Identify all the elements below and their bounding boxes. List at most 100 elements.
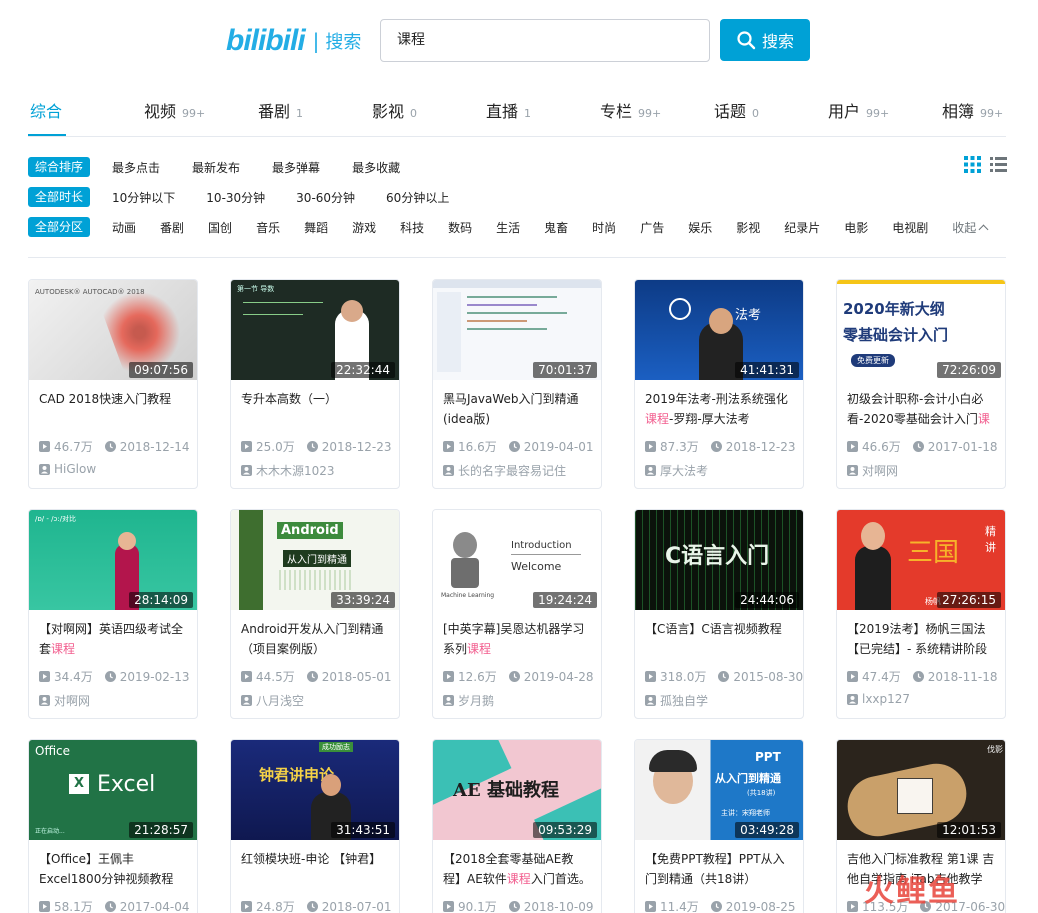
zone-option[interactable]: 广告 xyxy=(640,219,664,236)
video-card[interactable]: AUTODESK® AUTOCAD® 2018 09:07:56 CAD 201… xyxy=(28,279,198,489)
video-card[interactable]: /ɒ/ - /ɔ:/对比 28:14:09 【对啊网】英语四级考试全套课程 34… xyxy=(28,509,198,719)
video-title[interactable]: 专升本高数（一） xyxy=(241,389,389,429)
uploader[interactable]: 长的名字最容易记住 xyxy=(443,462,566,479)
tab-film[interactable]: 影视 0 xyxy=(372,98,417,122)
video-thumbnail[interactable]: AE 基础教程 09:53:29 xyxy=(433,740,601,840)
video-title[interactable]: 【2019法考】杨帆三国法【已完结】- 系统精讲阶段 xyxy=(847,619,995,659)
clock-icon xyxy=(104,901,116,912)
duration-option[interactable]: 30-60分钟 xyxy=(296,189,355,206)
video-card[interactable]: 法考 41:41:31 2019年法考-刑法系统强化课程-罗翔-厚大法考 87.… xyxy=(634,279,804,489)
video-thumbnail[interactable]: 70:01:37 xyxy=(433,280,601,380)
tab-album[interactable]: 相簿 99+ xyxy=(942,98,1003,122)
video-card[interactable]: Android 从入门到精通 33:39:24 Android开发从入门到精通（… xyxy=(230,509,400,719)
video-title[interactable]: 【C语言】C语言视频教程 xyxy=(645,619,793,659)
tab-bangumi[interactable]: 番剧 1 xyxy=(258,98,303,122)
search-button[interactable]: 搜索 xyxy=(720,19,810,61)
zone-option[interactable]: 音乐 xyxy=(256,219,280,236)
video-title[interactable]: 【对啊网】英语四级考试全套课程 xyxy=(39,619,187,659)
uploader[interactable]: 木木木源1023 xyxy=(241,462,335,479)
video-thumbnail[interactable]: 三国 精讲 杨帆 27:26:15 xyxy=(837,510,1005,610)
zone-option[interactable]: 电影 xyxy=(844,219,868,236)
video-thumbnail[interactable]: Android 从入门到精通 33:39:24 xyxy=(231,510,399,610)
video-thumbnail[interactable]: /ɒ/ - /ɔ:/对比 28:14:09 xyxy=(29,510,197,610)
duration-chip[interactable]: 全部时长 xyxy=(28,187,91,207)
uploader[interactable]: 厚大法考 xyxy=(645,462,708,479)
grid-view-icon[interactable] xyxy=(964,156,981,173)
zone-option[interactable]: 电视剧 xyxy=(892,219,928,236)
video-thumbnail[interactable]: AUTODESK® AUTOCAD® 2018 09:07:56 xyxy=(29,280,197,380)
video-thumbnail[interactable]: 伐影 12:01:53 xyxy=(837,740,1005,840)
video-title[interactable]: 2019年法考-刑法系统强化课程-罗翔-厚大法考 xyxy=(645,389,793,429)
tab-live[interactable]: 直播 1 xyxy=(486,98,531,122)
zone-option[interactable]: 舞蹈 xyxy=(304,219,328,236)
sort-option[interactable]: 最多收藏 xyxy=(352,159,400,176)
play-count: 46.7万 xyxy=(39,438,93,455)
zone-option[interactable]: 国创 xyxy=(208,219,232,236)
video-card[interactable]: Machine Learning Introduction Welcome 19… xyxy=(432,509,602,719)
video-duration: 28:14:09 xyxy=(129,592,193,608)
video-card[interactable]: 70:01:37 黑马JavaWeb入门到精通(idea版) 16.6万 201… xyxy=(432,279,602,489)
video-card[interactable]: PPT 从入门到精通 (共18讲) 主讲：宋翔老师 03:49:28 【免费PP… xyxy=(634,739,804,913)
uploader[interactable]: 对啊网 xyxy=(39,692,90,709)
zone-option[interactable]: 游戏 xyxy=(352,219,376,236)
sort-option[interactable]: 最多弹幕 xyxy=(272,159,320,176)
video-title[interactable]: [中英字幕]吴恩达机器学习系列课程 xyxy=(443,619,591,659)
duration-option[interactable]: 10-30分钟 xyxy=(206,189,265,206)
video-thumbnail[interactable]: 成功励志 钟君讲申论 31:43:51 xyxy=(231,740,399,840)
uploader[interactable]: 孤独自学 xyxy=(645,692,708,709)
video-thumbnail[interactable]: 法考 41:41:31 xyxy=(635,280,803,380)
zone-option[interactable]: 番剧 xyxy=(160,219,184,236)
video-title[interactable]: Android开发从入门到精通（项目案例版） xyxy=(241,619,389,659)
video-thumbnail[interactable]: PPT 从入门到精通 (共18讲) 主讲：宋翔老师 03:49:28 xyxy=(635,740,803,840)
tab-topic[interactable]: 话题 0 xyxy=(714,98,759,122)
zone-option[interactable]: 娱乐 xyxy=(688,219,712,236)
uploader[interactable]: 岁月鹅 xyxy=(443,692,494,709)
zone-option[interactable]: 生活 xyxy=(496,219,520,236)
video-card[interactable]: 三国 精讲 杨帆 27:26:15 【2019法考】杨帆三国法【已完结】- 系统… xyxy=(836,509,1006,719)
video-card[interactable]: C语言入门 24:44:06 【C语言】C语言视频教程 318.0万 2015-… xyxy=(634,509,804,719)
tab-article[interactable]: 专栏 99+ xyxy=(600,98,661,122)
zone-option[interactable]: 数码 xyxy=(448,219,472,236)
video-thumbnail[interactable]: C语言入门 24:44:06 xyxy=(635,510,803,610)
sort-chip[interactable]: 综合排序 xyxy=(28,157,91,177)
video-thumbnail[interactable]: 第一节 导数 22:32:44 xyxy=(231,280,399,380)
collapse-toggle[interactable]: 收起 xyxy=(952,219,976,236)
tab-user[interactable]: 用户 99+ xyxy=(828,98,889,122)
video-thumbnail[interactable]: Machine Learning Introduction Welcome 19… xyxy=(433,510,601,610)
list-view-icon[interactable] xyxy=(990,156,1007,173)
video-thumbnail[interactable]: 2020年新大纲 零基础会计入门 免费更新 72:26:09 xyxy=(837,280,1005,380)
uploader[interactable]: 对啊网 xyxy=(847,462,898,479)
uploader[interactable]: lxxp127 xyxy=(847,692,910,706)
video-card[interactable]: 2020年新大纲 零基础会计入门 免费更新 72:26:09 初级会计职称-会计… xyxy=(836,279,1006,489)
duration-option[interactable]: 60分钟以上 xyxy=(386,189,449,206)
zone-chip[interactable]: 全部分区 xyxy=(28,217,91,237)
video-title[interactable]: 红领模块班-申论 【钟君】 xyxy=(241,849,389,889)
uploader[interactable]: 八月浅空 xyxy=(241,692,304,709)
zone-option[interactable]: 动画 xyxy=(112,219,136,236)
video-title[interactable]: 【免费PPT教程】PPT从入门到精通（共18讲） xyxy=(645,849,793,889)
sort-option[interactable]: 最新发布 xyxy=(192,159,240,176)
video-title[interactable]: 【Office】王佩丰Excel1800分钟视频教程 xyxy=(39,849,187,889)
video-card[interactable]: AE 基础教程 09:53:29 【2018全套零基础AE教程】AE软件课程入门… xyxy=(432,739,602,913)
tab-video[interactable]: 视频 99+ xyxy=(144,98,205,122)
duration-option[interactable]: 10分钟以下 xyxy=(112,189,175,206)
video-card[interactable]: 成功励志 钟君讲申论 31:43:51 红领模块班-申论 【钟君】 24.8万 … xyxy=(230,739,400,913)
video-title[interactable]: 初级会计职称-会计小白必看-2020零基础会计入门课 xyxy=(847,389,995,429)
video-thumbnail[interactable]: Office X Excel 正在启动... 21:28:57 xyxy=(29,740,197,840)
zone-option[interactable]: 纪录片 xyxy=(784,219,820,236)
video-card[interactable]: Office X Excel 正在启动... 21:28:57 【Office】… xyxy=(28,739,198,913)
bilibili-logo[interactable]: bilibili | 搜索 xyxy=(226,24,361,58)
uploader[interactable]: HiGlow xyxy=(39,462,96,476)
zone-option[interactable]: 时尚 xyxy=(592,219,616,236)
zone-option[interactable]: 科技 xyxy=(400,219,424,236)
sort-option[interactable]: 最多点击 xyxy=(112,159,160,176)
upload-date: 2018-10-09 xyxy=(508,898,593,913)
zone-option[interactable]: 鬼畜 xyxy=(544,219,568,236)
video-title[interactable]: 【2018全套零基础AE教程】AE软件课程入门首选。 xyxy=(443,849,591,889)
video-title[interactable]: 黑马JavaWeb入门到精通(idea版) xyxy=(443,389,591,429)
video-title[interactable]: CAD 2018快速入门教程 xyxy=(39,389,187,429)
search-input[interactable]: 课程 xyxy=(380,19,710,62)
zone-option[interactable]: 影视 xyxy=(736,219,760,236)
tab-all[interactable]: 综合 xyxy=(30,98,62,122)
video-card[interactable]: 第一节 导数 22:32:44 专升本高数（一） 25.0万 2018-12-2… xyxy=(230,279,400,489)
